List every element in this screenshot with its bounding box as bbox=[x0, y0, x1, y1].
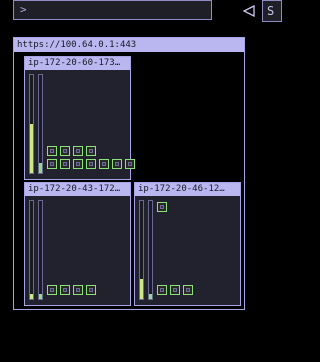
cpu-gauge bbox=[139, 200, 144, 300]
memory-gauge bbox=[38, 200, 43, 300]
pod[interactable] bbox=[73, 146, 83, 156]
pod[interactable] bbox=[86, 146, 96, 156]
memory-gauge-fill bbox=[149, 294, 152, 299]
pod[interactable] bbox=[86, 159, 96, 169]
pod[interactable] bbox=[60, 285, 70, 295]
command-input[interactable]: > bbox=[13, 0, 212, 20]
cpu-gauge-fill bbox=[30, 294, 33, 299]
pod[interactable] bbox=[170, 285, 180, 295]
pod[interactable] bbox=[157, 202, 167, 212]
memory-gauge-fill bbox=[39, 163, 42, 173]
pod[interactable] bbox=[60, 159, 70, 169]
node-name: ip-172-20-43-172… bbox=[25, 183, 130, 196]
node-name: ip-172-20-60-173… bbox=[25, 57, 130, 70]
pod[interactable] bbox=[73, 159, 83, 169]
pod[interactable] bbox=[73, 285, 83, 295]
node-name: ip-172-20-46-12… bbox=[135, 183, 240, 196]
toolbar: > S bbox=[0, 0, 282, 24]
cpu-gauge bbox=[29, 74, 34, 174]
memory-gauge bbox=[38, 74, 43, 174]
pod[interactable] bbox=[157, 285, 167, 295]
node-card[interactable]: ip-172-20-46-12… bbox=[134, 182, 241, 306]
pod[interactable] bbox=[47, 159, 57, 169]
pod[interactable] bbox=[112, 159, 122, 169]
cpu-gauge bbox=[29, 200, 34, 300]
pod[interactable] bbox=[125, 159, 135, 169]
cluster-url: https://100.64.0.1:443 bbox=[14, 38, 244, 52]
memory-gauge-fill bbox=[39, 294, 42, 299]
back-triangle-icon[interactable] bbox=[243, 5, 255, 17]
cpu-gauge-fill bbox=[140, 279, 143, 299]
node-card[interactable]: ip-172-20-60-173… bbox=[24, 56, 135, 180]
pod[interactable] bbox=[99, 159, 109, 169]
clip-button[interactable]: S bbox=[262, 0, 282, 22]
cpu-gauge-fill bbox=[30, 124, 33, 173]
pod[interactable] bbox=[86, 285, 96, 295]
pod[interactable] bbox=[183, 285, 193, 295]
pod[interactable] bbox=[47, 146, 57, 156]
pod[interactable] bbox=[47, 285, 57, 295]
memory-gauge bbox=[148, 200, 153, 300]
node-card[interactable]: ip-172-20-43-172… bbox=[24, 182, 131, 306]
pod[interactable] bbox=[60, 146, 70, 156]
cluster-panel: https://100.64.0.1:443 ip-172-20-60-173…… bbox=[13, 37, 245, 310]
